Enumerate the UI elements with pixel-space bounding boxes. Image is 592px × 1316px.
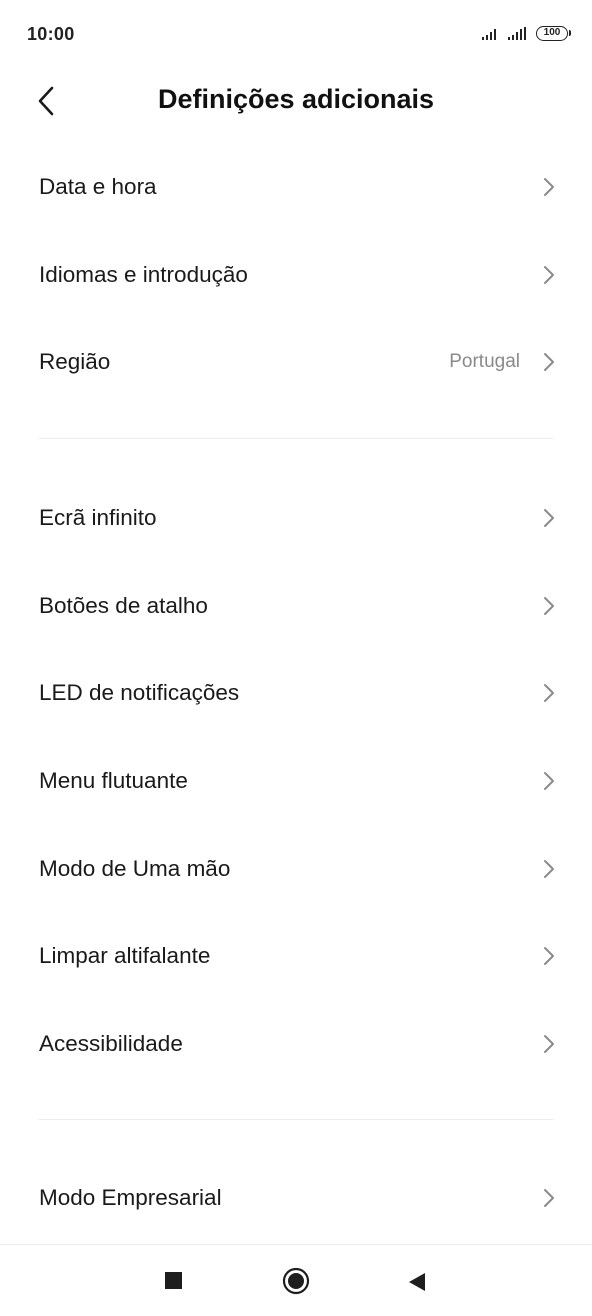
menu-item-label: Menu flutuante xyxy=(39,767,188,793)
chevron-right-icon xyxy=(544,265,554,284)
chevron-right-icon xyxy=(544,859,554,878)
back-triangle-icon[interactable] xyxy=(407,1271,427,1293)
recents-square-icon[interactable] xyxy=(165,1272,182,1289)
page-title: Definições adicionais xyxy=(157,84,435,114)
menu-item-region[interactable]: Região Portugal xyxy=(0,318,592,406)
menu-item-label: LED de notificações xyxy=(39,680,240,706)
signal-icon xyxy=(508,27,526,40)
menu-item-label: Acessibilidade xyxy=(39,1030,183,1056)
menu-item-label: Idiomas e introdução xyxy=(39,261,248,287)
settings-group-features: Ecrã infinito Botões de atalho LED de no… xyxy=(0,474,592,1088)
chevron-right-icon xyxy=(544,684,554,703)
chevron-right-icon xyxy=(544,947,554,966)
battery-icon: 100 xyxy=(536,26,571,41)
status-icons: 100 xyxy=(482,26,571,41)
menu-item-label: Limpar altifalante xyxy=(39,943,211,969)
status-time: 10:00 xyxy=(27,24,75,44)
menu-item-label: Data e hora xyxy=(39,173,157,199)
settings-group-general: Data e hora Idiomas e introdução Região … xyxy=(0,143,592,406)
menu-item-infinite-screen[interactable]: Ecrã infinito xyxy=(0,474,592,562)
divider xyxy=(39,438,553,439)
menu-item-label: Modo Empresarial xyxy=(39,1184,222,1210)
home-circle-icon[interactable] xyxy=(282,1267,310,1295)
menu-item-label: Ecrã infinito xyxy=(39,504,157,530)
chevron-right-icon xyxy=(544,771,554,790)
menu-item-date-time[interactable]: Data e hora xyxy=(0,143,592,231)
menu-item-clean-speaker[interactable]: Limpar altifalante xyxy=(0,912,592,1000)
menu-item-label: Região xyxy=(39,349,111,375)
settings-group-enterprise: Modo Empresarial xyxy=(0,1154,592,1242)
menu-item-shortcut-buttons[interactable]: Botões de atalho xyxy=(0,562,592,650)
menu-item-enterprise-mode[interactable]: Modo Empresarial xyxy=(0,1154,592,1242)
divider xyxy=(39,1119,553,1120)
chevron-right-icon xyxy=(544,596,554,615)
menu-item-label: Botões de atalho xyxy=(39,592,208,618)
navigation-bar xyxy=(0,1244,592,1316)
menu-item-notification-led[interactable]: LED de notificações xyxy=(0,649,592,737)
signal-icon xyxy=(482,29,496,40)
header: Definições adicionais xyxy=(0,72,592,130)
menu-item-accessibility[interactable]: Acessibilidade xyxy=(0,1000,592,1088)
menu-item-one-hand-mode[interactable]: Modo de Uma mão xyxy=(0,825,592,913)
status-bar: 10:00 100 xyxy=(0,0,592,72)
chevron-right-icon xyxy=(544,177,554,196)
menu-item-label: Modo de Uma mão xyxy=(39,855,231,881)
chevron-right-icon xyxy=(544,1188,554,1207)
chevron-right-icon xyxy=(544,353,554,372)
menu-item-floating-menu[interactable]: Menu flutuante xyxy=(0,737,592,825)
chevron-right-icon xyxy=(544,508,554,527)
region-value: Portugal xyxy=(449,351,520,373)
menu-item-languages-input[interactable]: Idiomas e introdução xyxy=(0,231,592,319)
chevron-right-icon xyxy=(544,1034,554,1053)
